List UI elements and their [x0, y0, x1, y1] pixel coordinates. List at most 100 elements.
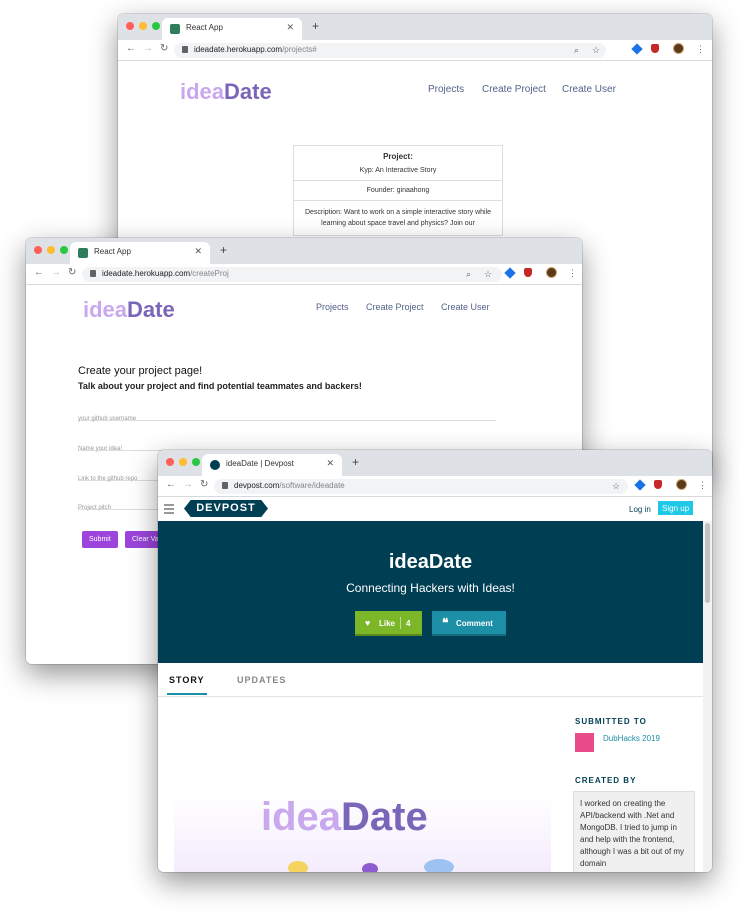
- project-tagline: Connecting Hackers with Ideas!: [346, 581, 515, 595]
- profile-avatar[interactable]: [673, 43, 684, 54]
- extension-blue-icon[interactable]: [634, 479, 646, 491]
- bookmark-star-icon[interactable]: ☆: [484, 269, 492, 280]
- hackathon-link[interactable]: DubHacks 2019: [603, 734, 660, 743]
- back-arrow-icon[interactable]: ←: [166, 479, 176, 490]
- minimize-window-button[interactable]: [139, 22, 147, 30]
- hackathon-thumbnail[interactable]: [575, 733, 594, 752]
- banner-image: ideaDate: [174, 793, 551, 872]
- page-scrollbar[interactable]: [703, 521, 712, 872]
- extension-blue-icon[interactable]: [504, 267, 516, 279]
- scrollbar-thumb[interactable]: [705, 523, 710, 603]
- maximize-window-button[interactable]: [192, 458, 200, 466]
- address-bar[interactable]: devpost.com/software/ideadate ☆: [214, 479, 628, 494]
- menu-kebab-icon[interactable]: ⋮: [698, 480, 707, 491]
- forward-arrow-icon[interactable]: →: [143, 43, 153, 54]
- page-content: DEVPOST Log in Sign up ideaDate Connecti…: [158, 497, 712, 872]
- like-count: 4: [406, 619, 411, 628]
- project-header: Project: Kyp: An Interactive Story: [294, 146, 502, 181]
- tab-strip: ideaDate | Devpost ✕ +: [158, 450, 712, 476]
- close-window-button[interactable]: [126, 22, 134, 30]
- tab-close-icon[interactable]: ✕: [194, 246, 202, 257]
- reload-icon[interactable]: ↻: [68, 267, 76, 278]
- project-tabs: STORY UPDATES: [158, 663, 703, 697]
- browser-toolbar: ← → ↻ devpost.com/software/ideadate ☆ ⋮: [158, 476, 712, 497]
- address-bar[interactable]: ideadate.herokuapp.com/createProj ⌕ ☆: [82, 267, 502, 282]
- menu-kebab-icon[interactable]: ⋮: [568, 268, 577, 279]
- ideadate-logo[interactable]: ideaDate: [180, 79, 272, 105]
- minimize-window-button[interactable]: [47, 246, 55, 254]
- tab-title: React App: [94, 247, 131, 256]
- browser-tab[interactable]: React App ✕: [70, 242, 210, 264]
- github-username-field[interactable]: your github username: [78, 407, 496, 422]
- tab-story-underline: [167, 693, 207, 695]
- quote-icon: ❝: [442, 616, 449, 630]
- illustration-blue-shape: [424, 859, 454, 872]
- tab-close-icon[interactable]: ✕: [286, 22, 294, 33]
- devpost-logo[interactable]: DEVPOST: [184, 500, 268, 517]
- banner-logo: ideaDate: [261, 795, 428, 839]
- ublock-shield-icon[interactable]: [654, 480, 662, 489]
- ideadate-logo[interactable]: ideaDate: [83, 297, 175, 323]
- illustration-purple-shape: [362, 863, 378, 872]
- extension-blue-icon[interactable]: [631, 43, 643, 55]
- project-name: Kyp: An Interactive Story: [359, 167, 437, 174]
- browser-tab[interactable]: React App ✕: [162, 18, 302, 40]
- nav-create-project[interactable]: Create Project: [366, 302, 424, 312]
- like-label: Like: [379, 619, 396, 628]
- idea-name-field[interactable]: Name your idea!: [78, 437, 496, 452]
- comment-label: Comment: [456, 619, 493, 628]
- profile-avatar[interactable]: [546, 267, 557, 278]
- back-arrow-icon[interactable]: ←: [126, 43, 136, 54]
- project-card[interactable]: Project: Kyp: An Interactive Story Found…: [293, 145, 503, 236]
- form-subheading: Talk about your project and find potenti…: [78, 381, 362, 391]
- nav-create-user[interactable]: Create User: [562, 84, 616, 95]
- window-controls: [34, 246, 68, 254]
- devpost-favicon-icon: [210, 460, 220, 470]
- close-window-button[interactable]: [34, 246, 42, 254]
- comment-button[interactable]: ❝ Comment: [432, 611, 506, 636]
- forward-arrow-icon[interactable]: →: [51, 267, 61, 278]
- founder-line: Founder: ginaahong: [294, 181, 502, 201]
- new-tab-icon[interactable]: +: [352, 455, 359, 469]
- tab-strip: React App ✕ +: [26, 238, 582, 264]
- devpost-header: DEVPOST Log in Sign up: [158, 497, 712, 521]
- zoom-icon[interactable]: ⌕: [466, 269, 471, 280]
- zoom-icon[interactable]: ⌕: [574, 45, 579, 56]
- nav-create-project[interactable]: Create Project: [482, 84, 546, 95]
- minimize-window-button[interactable]: [179, 458, 187, 466]
- tab-strip: React App ✕ +: [118, 14, 712, 40]
- maximize-window-button[interactable]: [60, 246, 68, 254]
- tab-updates[interactable]: UPDATES: [237, 675, 286, 685]
- new-tab-icon[interactable]: +: [312, 19, 319, 33]
- maximize-window-button[interactable]: [152, 22, 160, 30]
- like-button[interactable]: ♥ Like 4: [355, 611, 422, 636]
- signup-button[interactable]: Sign up: [658, 501, 694, 515]
- react-favicon-icon: [170, 24, 180, 34]
- new-tab-icon[interactable]: +: [220, 243, 227, 257]
- ublock-shield-icon[interactable]: [651, 44, 659, 53]
- hamburger-menu-icon[interactable]: [164, 504, 174, 516]
- reload-icon[interactable]: ↻: [200, 479, 208, 490]
- ublock-shield-icon[interactable]: [524, 268, 532, 277]
- bookmark-star-icon[interactable]: ☆: [612, 481, 620, 492]
- login-link[interactable]: Log in: [629, 505, 651, 514]
- close-window-button[interactable]: [166, 458, 174, 466]
- nav-projects[interactable]: Projects: [428, 84, 464, 95]
- forward-arrow-icon[interactable]: →: [183, 479, 193, 490]
- bookmark-star-icon[interactable]: ☆: [592, 45, 600, 56]
- tab-title: ideaDate | Devpost: [226, 459, 294, 468]
- project-description: Description: Want to work on a simple in…: [304, 209, 492, 227]
- tab-story[interactable]: STORY: [169, 675, 205, 685]
- created-by-heading: CREATED BY: [575, 776, 637, 785]
- reload-icon[interactable]: ↻: [160, 43, 168, 54]
- browser-tab[interactable]: ideaDate | Devpost ✕: [202, 454, 342, 476]
- menu-kebab-icon[interactable]: ⋮: [696, 44, 705, 55]
- address-bar[interactable]: ideadate.herokuapp.com/projects# ⌕ ☆: [174, 43, 606, 58]
- lock-icon: [90, 270, 96, 277]
- submit-button[interactable]: Submit: [82, 531, 118, 548]
- tab-close-icon[interactable]: ✕: [326, 458, 334, 469]
- nav-create-user[interactable]: Create User: [441, 302, 490, 312]
- back-arrow-icon[interactable]: ←: [34, 267, 44, 278]
- profile-avatar[interactable]: [676, 479, 687, 490]
- nav-projects[interactable]: Projects: [316, 302, 349, 312]
